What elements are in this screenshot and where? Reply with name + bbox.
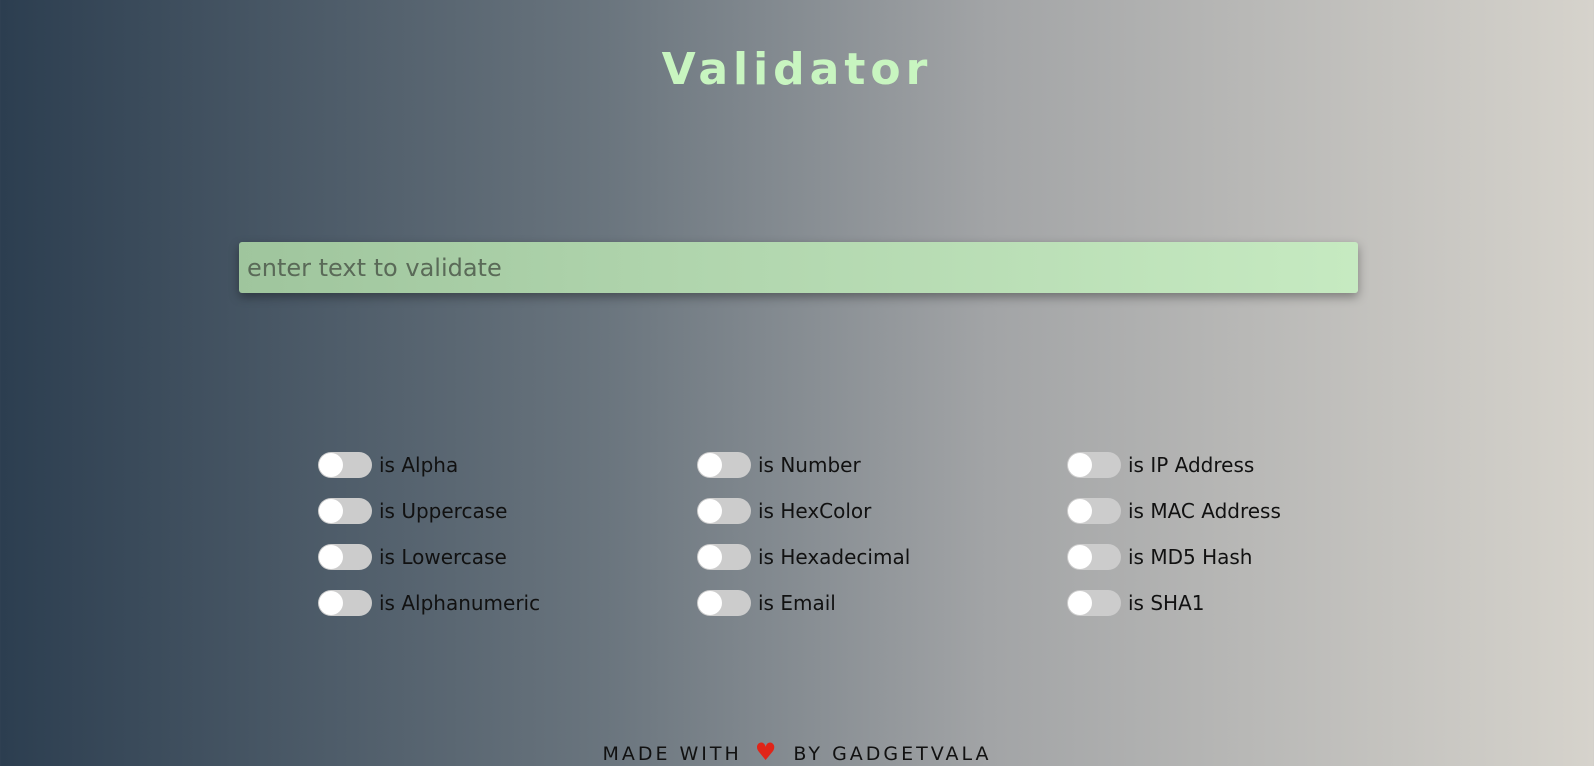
option-is-email: is Email [697,589,836,617]
option-label: is SHA1 [1128,591,1205,615]
heart-icon: ♥ [754,738,777,766]
is-hexcolor-toggle[interactable] [697,498,751,524]
option-is-md5-hash: is MD5 Hash [1067,543,1252,571]
option-is-uppercase: is Uppercase [318,497,507,525]
is-sha1-toggle[interactable] [1067,590,1121,616]
toggle-knob [319,591,343,615]
option-label: is HexColor [758,499,872,523]
toggle-knob [319,499,343,523]
validator-options: is Alpha is Uppercase is Lowercase is Al… [0,0,1594,764]
is-hexadecimal-toggle[interactable] [697,544,751,570]
toggle-knob [698,453,722,477]
option-label: is Uppercase [379,499,508,523]
is-number-toggle[interactable] [697,452,751,478]
option-label: is Hexadecimal [758,545,911,569]
toggle-knob [698,591,722,615]
toggle-knob [1068,453,1092,477]
option-is-alphanumeric: is Alphanumeric [318,589,540,617]
footer-prefix: MADE WITH [602,743,742,765]
is-alpha-toggle[interactable] [318,452,372,478]
page-title: Validator [661,44,933,95]
option-label: is Alpha [379,453,459,477]
option-is-ip-address: is IP Address [1067,451,1254,479]
toggle-knob [1068,499,1092,523]
option-is-alpha: is Alpha [318,451,458,479]
toggle-knob [1068,591,1092,615]
validate-text-input[interactable] [239,242,1358,293]
footer-suffix: BY GADGETVALA [793,743,992,765]
option-is-hexadecimal: is Hexadecimal [697,543,910,571]
is-uppercase-toggle[interactable] [318,498,372,524]
is-mac-address-toggle[interactable] [1067,498,1121,524]
option-label: is MD5 Hash [1128,545,1253,569]
text-input-container [239,242,1358,293]
option-label: is MAC Address [1128,499,1281,523]
option-is-hexcolor: is HexColor [697,497,871,525]
toggle-knob [1068,545,1092,569]
toggle-knob [698,499,722,523]
option-is-number: is Number [697,451,861,479]
option-label: is Alphanumeric [379,591,541,615]
is-ip-address-toggle[interactable] [1067,452,1121,478]
option-is-mac-address: is MAC Address [1067,497,1281,525]
option-is-sha1: is SHA1 [1067,589,1204,617]
is-md5-hash-toggle[interactable] [1067,544,1121,570]
footer-credit: MADE WITH ♥ BY GADGETVALA [0,738,1594,766]
option-is-lowercase: is Lowercase [318,543,507,571]
option-label: is Number [758,453,861,477]
is-alphanumeric-toggle[interactable] [318,590,372,616]
is-email-toggle[interactable] [697,590,751,616]
is-lowercase-toggle[interactable] [318,544,372,570]
option-label: is IP Address [1128,453,1255,477]
toggle-knob [698,545,722,569]
option-label: is Lowercase [379,545,507,569]
toggle-knob [319,545,343,569]
toggle-knob [319,453,343,477]
option-label: is Email [758,591,836,615]
